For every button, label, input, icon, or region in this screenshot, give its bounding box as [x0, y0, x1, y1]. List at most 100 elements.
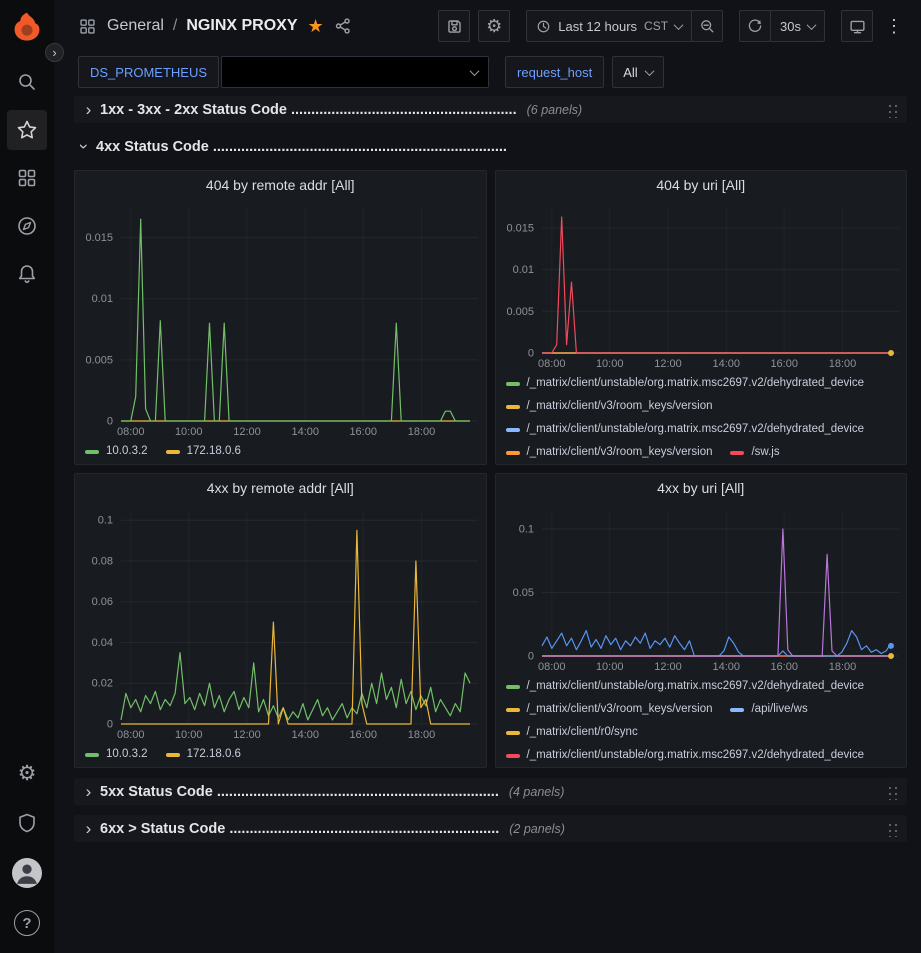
save-dashboard-button[interactable]: [438, 10, 470, 42]
breadcrumb-dashboard-title[interactable]: NGINX PROXY: [186, 17, 297, 35]
legend-series-label: 172.18.0.6: [187, 743, 241, 766]
legend-series-marker: [166, 450, 180, 454]
datasource-variable-select[interactable]: [221, 56, 489, 88]
svg-text:0.01: 0.01: [512, 264, 533, 276]
sidebar-item-profile[interactable]: [7, 853, 47, 893]
legend-series-label: /_matrix/client/unstable/org.matrix.msc2…: [527, 418, 865, 441]
sidebar-item-alerting[interactable]: [7, 254, 47, 294]
legend-item[interactable]: /_matrix/client/v3/room_keys/version: [506, 441, 713, 464]
legend-item[interactable]: 10.0.3.2: [85, 440, 148, 463]
datasource-variable-label[interactable]: DS_PROMETHEUS: [78, 56, 219, 88]
timeseries-chart[interactable]: 08:0010:0012:0014:0016:0018:0000.0050.01…: [496, 199, 907, 371]
row-6xx[interactable]: › 6xx > Status Code ....................…: [74, 815, 907, 842]
legend-series-marker: [506, 731, 520, 735]
legend-series-label: /_matrix/client/unstable/org.matrix.msc2…: [527, 744, 865, 767]
panel-title[interactable]: 4xx by uri [All]: [496, 474, 907, 502]
favorite-star-icon[interactable]: ★: [308, 17, 324, 35]
legend-series-label: /_matrix/client/r0/sync: [527, 721, 638, 744]
legend-series-marker: [506, 428, 520, 432]
sidebar-item-server-admin[interactable]: [7, 803, 47, 843]
panel-title[interactable]: 404 by uri [All]: [496, 171, 907, 199]
legend-item[interactable]: /_matrix/client/unstable/org.matrix.msc2…: [506, 744, 865, 767]
request-host-variable-select[interactable]: All: [612, 56, 663, 88]
svg-text:18:00: 18:00: [828, 358, 856, 370]
svg-text:0.005: 0.005: [85, 354, 113, 366]
panel-legend: 10.0.3.2 172.18.0.6: [75, 439, 486, 464]
dashboard-settings-button[interactable]: ⚙: [478, 10, 510, 42]
timeseries-chart[interactable]: 08:0010:0012:0014:0016:0018:0000.0050.01…: [75, 199, 486, 439]
grafana-app: ⚙ ? ›: [0, 0, 921, 953]
svg-text:10:00: 10:00: [595, 358, 623, 370]
legend-series-label: /_matrix/client/unstable/org.matrix.msc2…: [527, 675, 865, 698]
svg-text:08:00: 08:00: [117, 729, 145, 741]
chevron-right-icon: ›: [80, 101, 97, 118]
drag-handle-icon[interactable]: [886, 820, 899, 837]
breadcrumb-folder[interactable]: General: [107, 17, 164, 35]
sidebar-item-explore[interactable]: [7, 206, 47, 246]
legend-item[interactable]: /_matrix/client/unstable/org.matrix.msc2…: [506, 372, 865, 395]
svg-text:08:00: 08:00: [117, 426, 145, 438]
sidebar-expand-toggle[interactable]: ›: [45, 43, 64, 62]
legend-series-marker: [166, 753, 180, 757]
row-1xx-3xx-2xx[interactable]: › 1xx - 3xx - 2xx Status Code ..........…: [74, 96, 907, 123]
time-range-picker[interactable]: Last 12 hours CST: [526, 10, 692, 42]
drag-handle-icon[interactable]: [886, 101, 899, 118]
panel-legend: 10.0.3.2 172.18.0.6: [75, 742, 486, 767]
legend-item[interactable]: 10.0.3.2: [85, 743, 148, 766]
grafana-logo[interactable]: [8, 8, 46, 46]
navbar-actions: ⚙ Last 12 hours CST: [438, 10, 907, 42]
sidebar-item-help[interactable]: ?: [7, 903, 47, 943]
svg-text:14:00: 14:00: [292, 426, 320, 438]
zoom-out-button[interactable]: [691, 10, 723, 42]
dashboard-canvas: › 1xx - 3xx - 2xx Status Code ..........…: [54, 92, 921, 953]
dashboards-grid-icon[interactable]: [78, 17, 97, 36]
legend-series-label: /_matrix/client/v3/room_keys/version: [527, 395, 713, 418]
request-host-variable-label[interactable]: request_host: [505, 56, 604, 88]
row-5xx[interactable]: › 5xx Status Code ......................…: [74, 778, 907, 805]
sidebar-item-dashboards[interactable]: [7, 158, 47, 198]
search-icon: [16, 71, 38, 93]
legend-item[interactable]: /sw.js: [730, 441, 779, 464]
legend-item[interactable]: /_matrix/client/v3/room_keys/version: [506, 395, 713, 418]
svg-text:0.1: 0.1: [98, 515, 113, 527]
svg-text:08:00: 08:00: [538, 661, 566, 673]
svg-text:08:00: 08:00: [538, 358, 566, 370]
svg-text:0.01: 0.01: [92, 293, 113, 305]
sidebar-item-configuration[interactable]: ⚙: [7, 753, 47, 793]
timeseries-chart[interactable]: 08:0010:0012:0014:0016:0018:0000.050.1: [496, 502, 907, 674]
chevron-right-icon: ›: [80, 820, 97, 837]
sidebar-item-starred[interactable]: [7, 110, 47, 150]
share-icon[interactable]: [334, 17, 352, 35]
sidebar-item-search[interactable]: [7, 62, 47, 102]
legend-item[interactable]: 172.18.0.6: [166, 743, 241, 766]
panel-title[interactable]: 404 by remote addr [All]: [75, 171, 486, 199]
legend-item[interactable]: /_matrix/client/v3/room_keys/version: [506, 698, 713, 721]
svg-text:10:00: 10:00: [595, 661, 623, 673]
svg-text:14:00: 14:00: [292, 729, 320, 741]
svg-text:0: 0: [527, 651, 533, 663]
legend-item[interactable]: /_matrix/client/r0/sync: [506, 721, 638, 744]
legend-item[interactable]: /_matrix/client/unstable/org.matrix.msc2…: [506, 675, 865, 698]
row-title: 1xx - 3xx - 2xx Status Code ............…: [100, 102, 517, 118]
tv-mode-button[interactable]: [841, 10, 873, 42]
svg-text:0.015: 0.015: [85, 232, 113, 244]
timeseries-chart[interactable]: 08:0010:0012:0014:0016:0018:0000.020.040…: [75, 502, 486, 742]
svg-text:12:00: 12:00: [233, 729, 261, 741]
svg-text:0: 0: [107, 719, 113, 731]
panel-404-by-remote-addr: 404 by remote addr [All] 08:0010:0012:00…: [74, 170, 487, 465]
svg-text:16:00: 16:00: [349, 426, 377, 438]
drag-handle-icon[interactable]: [886, 783, 899, 800]
sidebar-top-icons: [7, 62, 47, 294]
legend-item[interactable]: 172.18.0.6: [166, 440, 241, 463]
star-icon: [16, 119, 38, 141]
grafana-flame-icon: [10, 10, 44, 44]
more-options-kebab-icon[interactable]: ⋮: [881, 17, 907, 35]
row-4xx[interactable]: › 4xx Status Code ......................…: [74, 133, 907, 160]
help-icon: ?: [14, 910, 40, 936]
refresh-button[interactable]: [739, 10, 771, 42]
legend-item[interactable]: /_matrix/client/unstable/org.matrix.msc2…: [506, 418, 865, 441]
legend-series-marker: [506, 708, 520, 712]
refresh-interval-picker[interactable]: 30s: [770, 10, 825, 42]
legend-item[interactable]: /api/live/ws: [730, 698, 807, 721]
panel-title[interactable]: 4xx by remote addr [All]: [75, 474, 486, 502]
